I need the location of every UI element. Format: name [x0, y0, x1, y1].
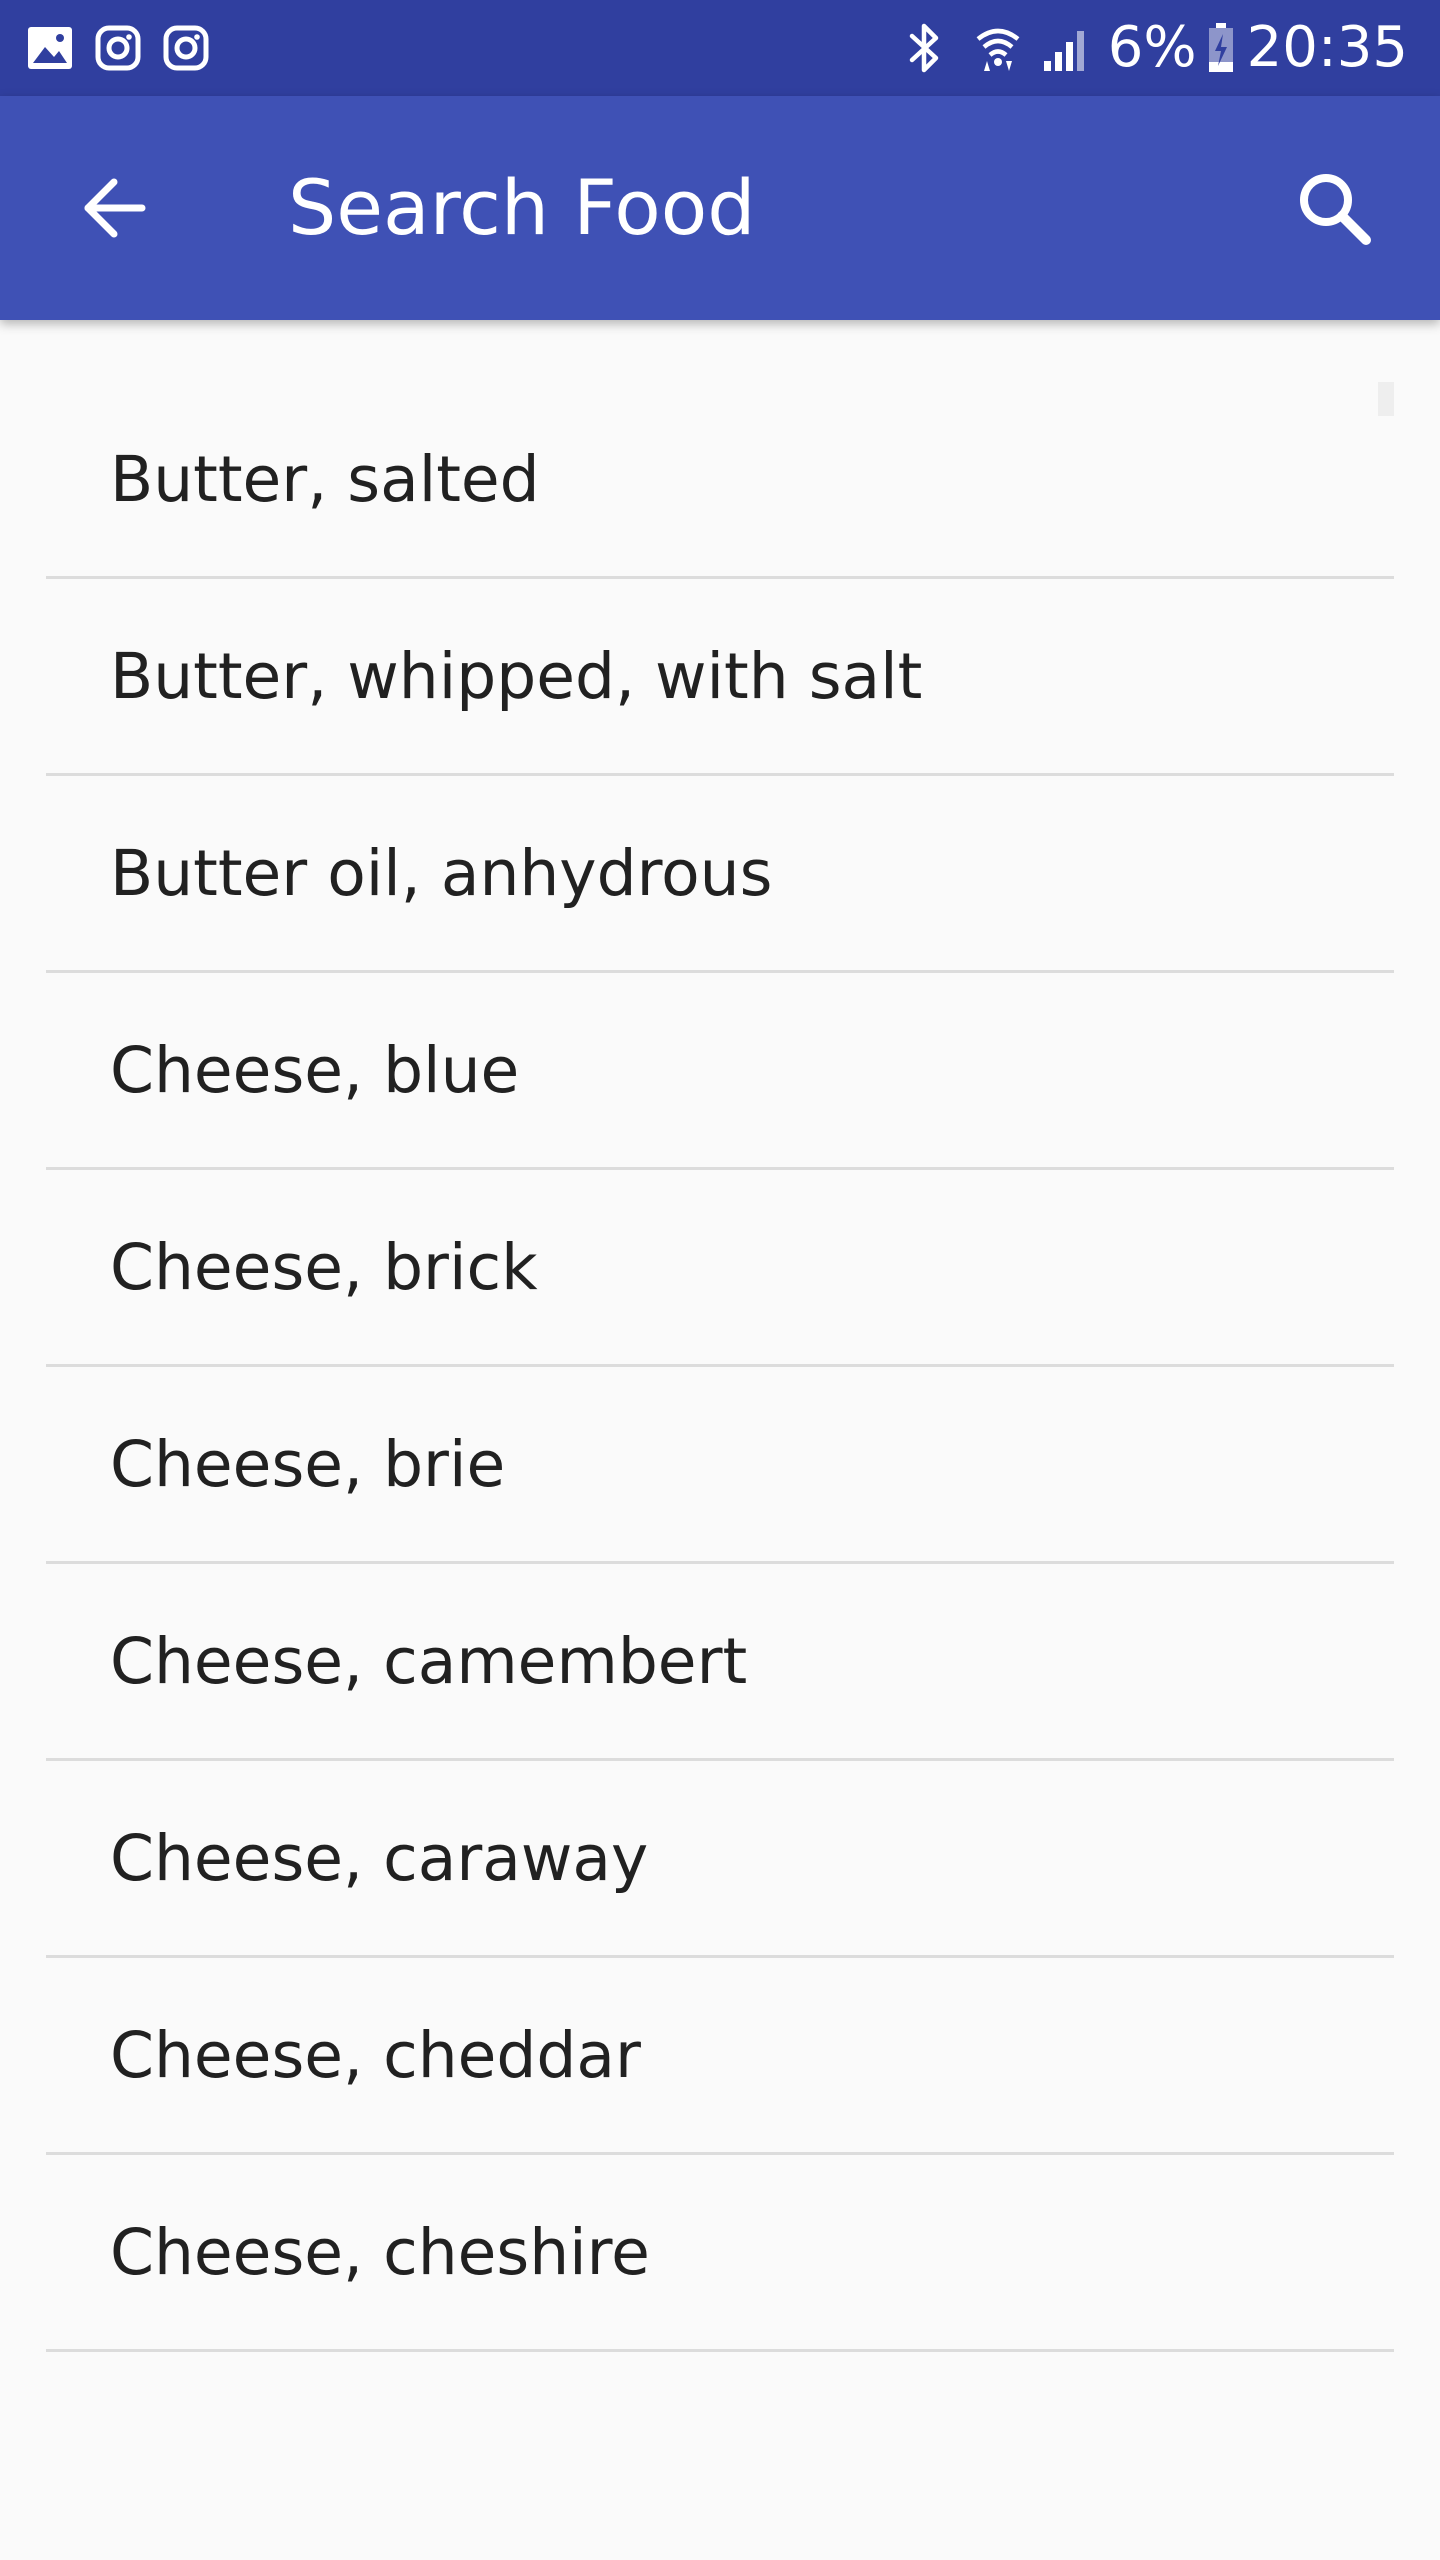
- instagram-icon: [163, 25, 209, 71]
- list-item-label: Butter, salted: [110, 442, 540, 516]
- list-item[interactable]: Butter, whipped, with salt: [46, 579, 1394, 776]
- clock: 20:35: [1246, 15, 1408, 80]
- list-item[interactable]: Cheese, camembert: [46, 1564, 1394, 1761]
- list-item-label: Cheese, caraway: [110, 1821, 649, 1895]
- list-item-label: Butter oil, anhydrous: [110, 836, 773, 910]
- list-item-label: Butter, whipped, with salt: [110, 639, 923, 713]
- bluetooth-icon: [909, 23, 939, 73]
- wifi-icon: [976, 28, 1020, 71]
- list-item-label: Cheese, cheshire: [110, 2215, 650, 2289]
- list-item[interactable]: Cheese, cheshire: [46, 2155, 1394, 2352]
- list-item[interactable]: Butter oil, anhydrous: [46, 776, 1394, 973]
- list-item[interactable]: Cheese, cheddar: [46, 1958, 1394, 2155]
- search-icon: [1300, 174, 1371, 245]
- list-item-label: Cheese, brick: [110, 1230, 538, 1304]
- battery-percent: 6%: [1107, 15, 1197, 80]
- system-indicators: 6% 20:35: [906, 0, 1408, 96]
- signal-icon: [1043, 31, 1084, 71]
- list-item[interactable]: Cheese, brick: [46, 1170, 1394, 1367]
- list-item[interactable]: Cheese, brie: [46, 1367, 1394, 1564]
- list-item-label: Cheese, brie: [110, 1427, 506, 1501]
- list-item-label: Cheese, blue: [110, 1033, 520, 1107]
- list-item[interactable]: Butter, salted: [46, 382, 1394, 579]
- list-item-label: Cheese, cheddar: [110, 2018, 641, 2092]
- list-item[interactable]: Cheese, blue: [46, 973, 1394, 1170]
- list-item-label: Cheese, camembert: [110, 1624, 748, 1698]
- arrow-back-icon: [84, 178, 146, 238]
- notification-icons: [26, 22, 210, 74]
- instagram-icon: [95, 25, 141, 71]
- app-bar: Search Food: [0, 96, 1440, 320]
- food-list: Butter, salted Butter, whipped, with sal…: [46, 382, 1394, 2352]
- page-title: Search Food: [288, 163, 756, 252]
- status-bar: 6% 20:35: [0, 0, 1440, 96]
- list-item[interactable]: Cheese, caraway: [46, 1761, 1394, 1958]
- back-button[interactable]: [62, 156, 166, 260]
- battery-icon: [1208, 23, 1233, 72]
- gallery-icon: [28, 27, 72, 69]
- search-button[interactable]: [1278, 152, 1390, 264]
